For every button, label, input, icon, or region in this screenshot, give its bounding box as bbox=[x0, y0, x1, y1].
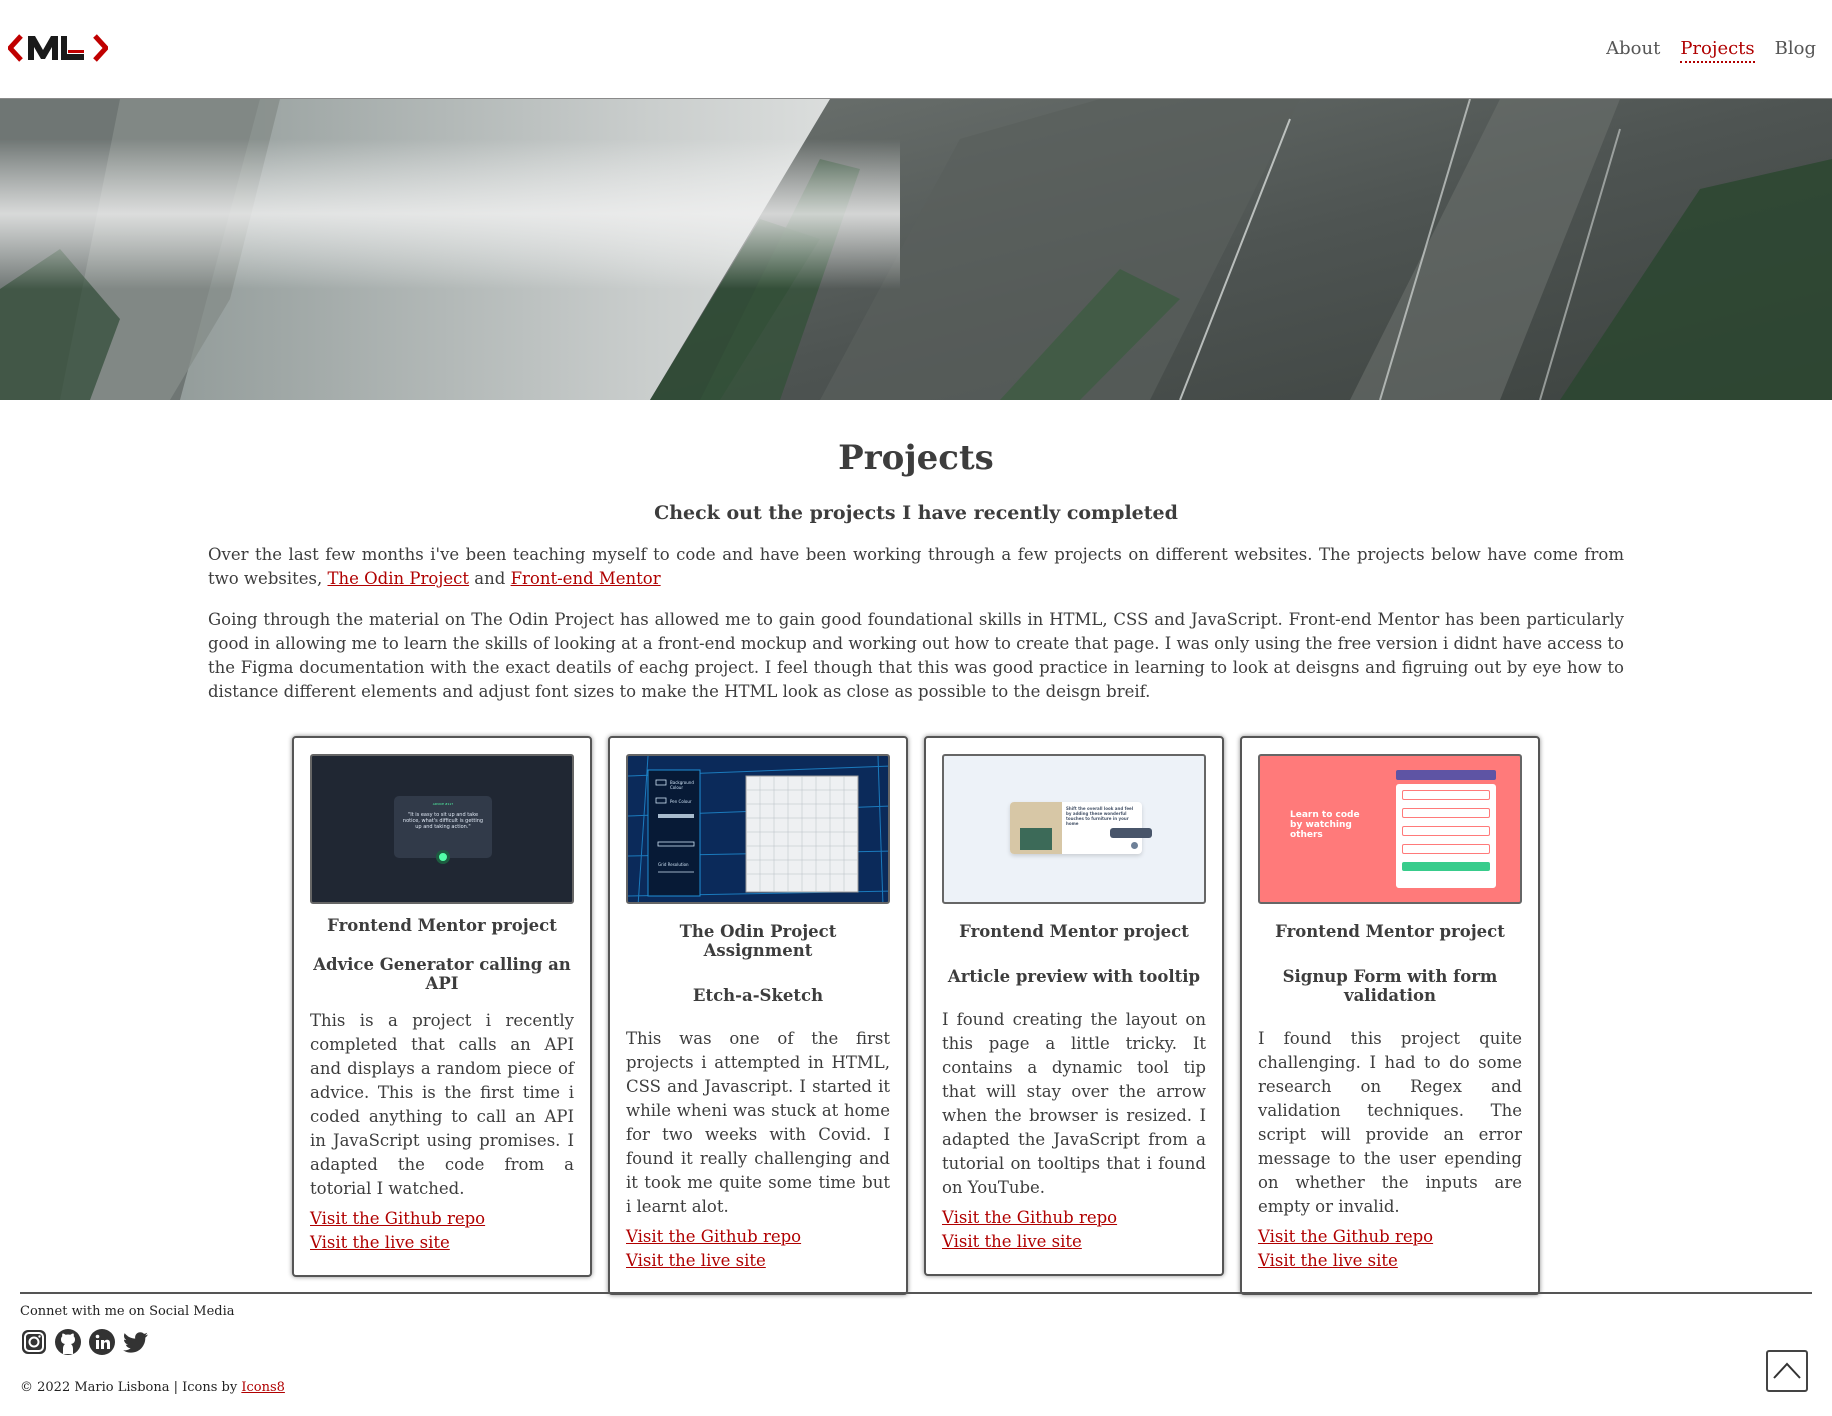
odin-project-link[interactable]: The Odin Project bbox=[327, 569, 469, 588]
project-description: I found this project quite challenging. … bbox=[1258, 1029, 1522, 1216]
nav-about[interactable]: About bbox=[1606, 38, 1660, 63]
thumb-article-headline: Shift the overall look and feel by addin… bbox=[1066, 806, 1134, 826]
thumb-share-tooltip bbox=[1110, 828, 1152, 838]
thumb-signup-headline: Learn to code by watching others bbox=[1290, 810, 1360, 840]
thumb-share-button bbox=[1131, 842, 1138, 849]
project-name: Signup Form with form validation bbox=[1282, 967, 1498, 1005]
github-repo-link[interactable]: Visit the Github repo bbox=[1258, 1225, 1522, 1249]
thumb-drawers-cabinet bbox=[1020, 828, 1052, 850]
project-name: Article preview with tooltip bbox=[947, 967, 1201, 986]
project-thumbnail[interactable]: Learn to code by watching others bbox=[1258, 754, 1522, 904]
thumb-claim-button bbox=[1402, 862, 1490, 871]
github-repo-link[interactable]: Visit the Github repo bbox=[310, 1207, 574, 1231]
project-links: Visit the Github repo Visit the live sit… bbox=[942, 1206, 1206, 1254]
project-card: Shift the overall look and feel by addin… bbox=[924, 736, 1224, 1276]
thumb-advice-label: ADVICE #117 bbox=[432, 802, 454, 806]
footer-divider bbox=[20, 1292, 1812, 1294]
copyright-line: © 2022 Mario Lisbona | Icons by Icons8 bbox=[20, 1380, 285, 1395]
project-card: Background Colour Pen Colour Grid Resolu… bbox=[608, 736, 908, 1295]
thumb-advice-quote: "It is easy to sit up and take notice, w… bbox=[402, 812, 484, 830]
project-source: Frontend Mentor project bbox=[1275, 922, 1505, 941]
project-card: ADVICE #117 "It is easy to sit up and ta… bbox=[292, 736, 592, 1277]
project-card: Learn to code by watching others Fronten… bbox=[1240, 736, 1540, 1295]
project-source: Frontend Mentor project bbox=[959, 922, 1189, 941]
github-icon[interactable] bbox=[54, 1328, 82, 1356]
page-subtitle: Check out the projects I have recently c… bbox=[654, 502, 1178, 524]
chevron-up-icon bbox=[1773, 1362, 1801, 1379]
nav-projects[interactable]: Projects bbox=[1680, 38, 1755, 63]
thumb-dice-button bbox=[436, 850, 450, 864]
project-cards: ADVICE #117 "It is easy to sit up and ta… bbox=[292, 736, 1540, 1295]
thumb-form-field bbox=[1402, 826, 1490, 836]
thumb-option-pen: Pen Colour bbox=[670, 799, 692, 804]
copyright-text: © 2022 Mario Lisbona | Icons by bbox=[20, 1380, 242, 1395]
page-title: Projects bbox=[838, 438, 994, 478]
thumb-drawers-image bbox=[1010, 802, 1062, 854]
project-name: Etch-a-Sketch bbox=[692, 986, 824, 1005]
intro-and: and bbox=[469, 569, 511, 588]
project-description: This was one of the first projects i att… bbox=[626, 1029, 890, 1216]
back-to-top-button[interactable] bbox=[1766, 1350, 1808, 1392]
github-repo-link[interactable]: Visit the Github repo bbox=[626, 1225, 890, 1249]
intro-paragraph-1: Over the last few months i've been teach… bbox=[208, 543, 1624, 591]
github-repo-link[interactable]: Visit the Github repo bbox=[942, 1206, 1206, 1230]
live-site-link[interactable]: Visit the live site bbox=[1258, 1249, 1522, 1273]
project-links: Visit the Github repo Visit the live sit… bbox=[1258, 1225, 1522, 1273]
social-heading: Connet with me on Social Media bbox=[20, 1304, 235, 1319]
ml-logo[interactable] bbox=[8, 30, 108, 66]
project-name: Advice Generator calling an API bbox=[313, 955, 571, 993]
live-site-link[interactable]: Visit the live site bbox=[626, 1249, 890, 1273]
project-thumbnail[interactable]: ADVICE #117 "It is easy to sit up and ta… bbox=[310, 754, 574, 904]
live-site-link[interactable]: Visit the live site bbox=[942, 1230, 1206, 1254]
linkedin-icon[interactable] bbox=[88, 1328, 116, 1356]
instagram-icon[interactable] bbox=[20, 1328, 48, 1356]
thumb-signup-form bbox=[1396, 784, 1496, 888]
icons8-link[interactable]: Icons8 bbox=[241, 1380, 285, 1395]
social-links bbox=[20, 1328, 150, 1356]
project-source: Frontend Mentor project bbox=[327, 916, 557, 935]
thumb-option-bg: Background Colour bbox=[670, 780, 694, 790]
intro-paragraph-2: Going through the material on The Odin P… bbox=[208, 610, 1624, 701]
frontend-mentor-link[interactable]: Front-end Mentor bbox=[511, 569, 661, 588]
twitter-icon[interactable] bbox=[122, 1328, 150, 1356]
thumb-form-field bbox=[1402, 808, 1490, 818]
hero-banner-image bbox=[0, 99, 1832, 400]
site-header: About Projects Blog bbox=[0, 0, 1832, 99]
project-source: The Odin Project Assignment bbox=[679, 922, 837, 960]
project-links: Visit the Github repo Visit the live sit… bbox=[310, 1207, 574, 1255]
project-thumbnail[interactable]: Background Colour Pen Colour Grid Resolu… bbox=[626, 754, 890, 904]
thumb-trial-banner bbox=[1396, 770, 1496, 780]
live-site-link[interactable]: Visit the live site bbox=[310, 1231, 574, 1255]
thumb-form-field bbox=[1402, 844, 1490, 854]
main-nav: About Projects Blog bbox=[1606, 38, 1816, 63]
project-links: Visit the Github repo Visit the live sit… bbox=[626, 1225, 890, 1273]
project-description: I found creating the layout on this page… bbox=[942, 1010, 1206, 1197]
thumb-option-grid: Grid Resolution bbox=[658, 862, 689, 867]
nav-blog[interactable]: Blog bbox=[1775, 38, 1816, 63]
project-thumbnail[interactable]: Shift the overall look and feel by addin… bbox=[942, 754, 1206, 904]
thumb-form-field bbox=[1402, 790, 1490, 800]
project-description: This is a project i recently completed t… bbox=[310, 1011, 574, 1198]
